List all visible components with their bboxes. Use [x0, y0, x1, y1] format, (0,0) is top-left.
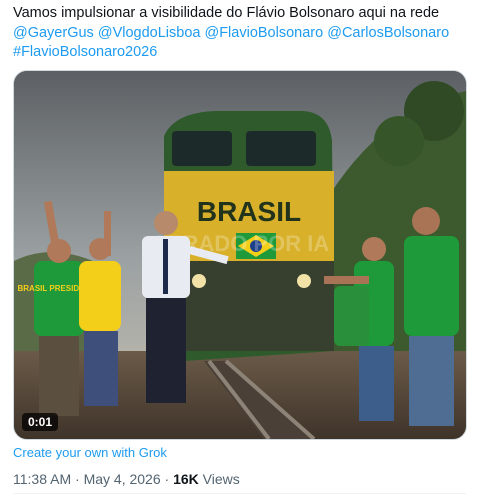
tweet-date[interactable]: May 4, 2026 [84, 471, 161, 487]
tweet-text: Vamos impulsionar a visibilidade do Fláv… [13, 4, 468, 63]
mention-link[interactable]: @GayerGus [13, 25, 94, 41]
mention-link[interactable]: @FlavioBolsonaro [204, 25, 323, 41]
video-player[interactable]: BRASIL GERADO POR IA BRASIL PRESIDENTE 0… [13, 70, 467, 440]
video-frame: BRASIL GERADO POR IA BRASIL PRESIDENTE [14, 71, 466, 439]
tweet-hashtag-line: #FlavioBolsonaro2026 [13, 43, 468, 63]
tweet-meta: 11:38 AM · May 4, 2026 · 16K Views [13, 471, 240, 487]
train-label: BRASIL [197, 196, 301, 227]
divider [13, 493, 466, 494]
tweet-mentions-line: @GayerGus @VlogdoLisboa @FlavioBolsonaro… [13, 24, 468, 44]
tweet-text-line: Vamos impulsionar a visibilidade do Fláv… [13, 5, 440, 21]
views-label: Views [202, 471, 240, 487]
meta-separator: · [75, 471, 80, 487]
mention-link[interactable]: @CarlosBolsonaro [327, 25, 449, 41]
views-count: 16K [173, 471, 199, 487]
mention-link[interactable]: @VlogdoLisboa [98, 25, 201, 41]
meta-separator: · [164, 471, 170, 487]
tweet-time[interactable]: 11:38 AM [13, 471, 71, 487]
video-time-badge: 0:01 [22, 413, 59, 431]
hashtag-link[interactable]: #FlavioBolsonaro2026 [13, 44, 157, 60]
create-with-grok-link[interactable]: Create your own with Grok [13, 445, 167, 460]
